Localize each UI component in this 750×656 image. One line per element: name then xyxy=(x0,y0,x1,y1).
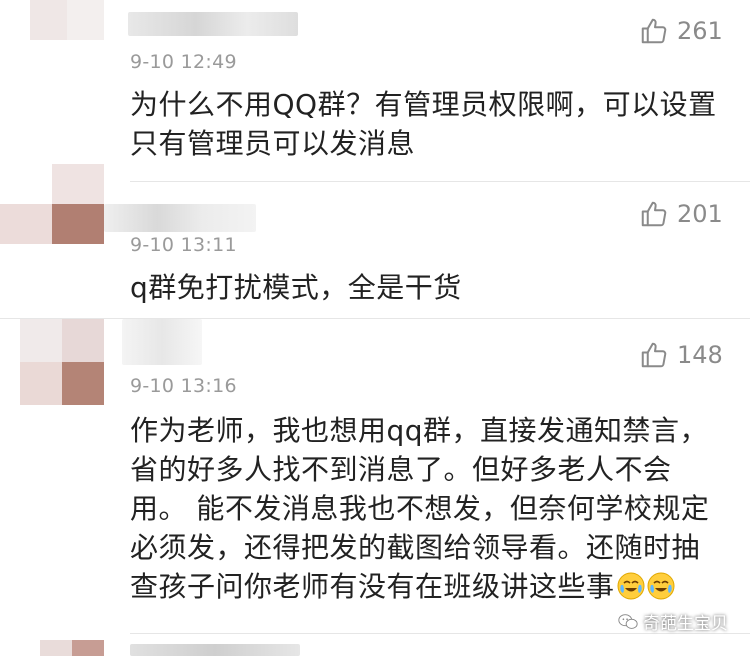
crying-laughing-emoji xyxy=(647,572,675,600)
comment-time: 9-10 12:49 xyxy=(130,51,237,73)
username[interactable] xyxy=(122,319,202,365)
comment-text: 作为老师，我也想用qq群，直接发通知禁言， 省的好多人找不到消息了。但好多老人不… xyxy=(130,414,710,603)
comment-time: 9-10 13:16 xyxy=(130,375,237,397)
comment-item xyxy=(0,634,750,656)
comment-item: 9-10 12:49 261 为什么不用QQ群？有管理员权限啊，可以设置 只有管… xyxy=(0,0,750,183)
username[interactable] xyxy=(130,644,300,656)
comment-text: q群免打扰模式，全是干货 xyxy=(130,271,462,304)
like-button[interactable]: 148 xyxy=(639,340,723,370)
username[interactable] xyxy=(128,12,298,36)
comment-text: 为什么不用QQ群？有管理员权限啊，可以设置 只有管理员可以发消息 xyxy=(130,88,717,160)
avatar[interactable] xyxy=(0,164,104,244)
like-count: 148 xyxy=(677,341,723,369)
thumbs-up-icon xyxy=(641,201,667,227)
like-button[interactable]: 201 xyxy=(639,199,723,229)
avatar[interactable] xyxy=(40,640,104,656)
watermark: 奇葩生宝贝 xyxy=(617,609,728,634)
comment-time: 9-10 13:11 xyxy=(130,234,237,256)
avatar[interactable] xyxy=(30,0,104,40)
thumbs-up-icon xyxy=(641,18,667,44)
avatar[interactable] xyxy=(20,319,104,405)
crying-laughing-emoji xyxy=(617,572,645,600)
username[interactable] xyxy=(104,204,256,232)
watermark-logo-icon xyxy=(618,613,638,629)
like-count: 201 xyxy=(677,200,723,228)
comment-item: 9-10 13:16 148 作为老师，我也想用qq群，直接发通知禁言， 省的好… xyxy=(0,319,750,634)
like-button[interactable]: 261 xyxy=(639,16,723,46)
watermark-text: 奇葩生宝贝 xyxy=(643,614,728,634)
like-count: 261 xyxy=(677,17,723,45)
thumbs-up-icon xyxy=(641,342,667,368)
comment-item: 9-10 13:11 201 q群免打扰模式，全是干货 xyxy=(0,164,750,318)
